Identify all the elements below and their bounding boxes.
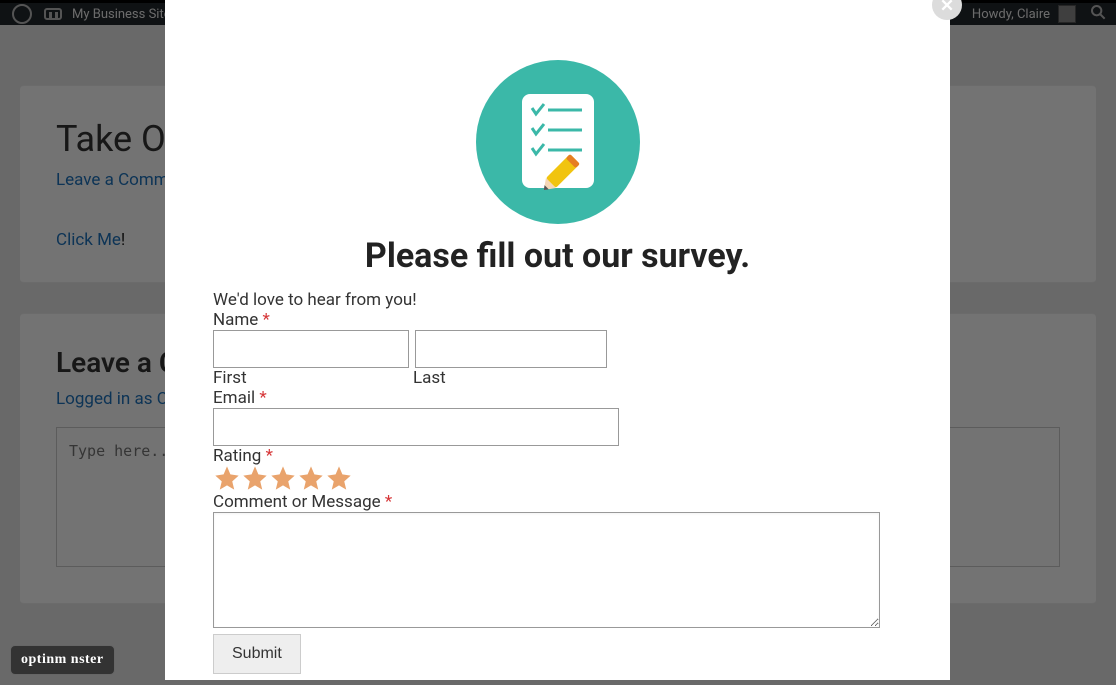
submit-button[interactable]: Submit	[213, 634, 301, 674]
required-asterisk: *	[259, 388, 266, 408]
first-name-input[interactable]	[213, 330, 409, 368]
last-name-input[interactable]	[415, 330, 607, 368]
optinmonster-badge[interactable]: optinm nster	[10, 645, 115, 675]
modal-intro-text: We'd love to hear from you!	[213, 290, 730, 310]
star-icon[interactable]	[213, 464, 241, 492]
first-name-sublabel: First	[213, 368, 413, 388]
last-name-sublabel: Last	[413, 368, 446, 388]
rating-label: Rating	[213, 446, 261, 466]
required-asterisk: *	[385, 492, 392, 512]
survey-clipboard-icon	[476, 60, 640, 224]
star-icon[interactable]	[297, 464, 325, 492]
comment-message-textarea[interactable]	[213, 512, 880, 628]
email-input[interactable]	[213, 408, 619, 446]
email-label: Email	[213, 388, 255, 408]
star-icon[interactable]	[241, 464, 269, 492]
name-label: Name	[213, 310, 258, 330]
survey-modal: Please fill out our survey. We'd love to…	[165, 0, 950, 680]
required-asterisk: *	[263, 310, 270, 330]
modal-title: Please fill out our survey.	[165, 236, 950, 276]
star-icon[interactable]	[269, 464, 297, 492]
rating-stars[interactable]	[213, 464, 730, 492]
star-icon[interactable]	[325, 464, 353, 492]
required-asterisk: *	[266, 446, 273, 466]
comment-label: Comment or Message	[213, 492, 381, 512]
